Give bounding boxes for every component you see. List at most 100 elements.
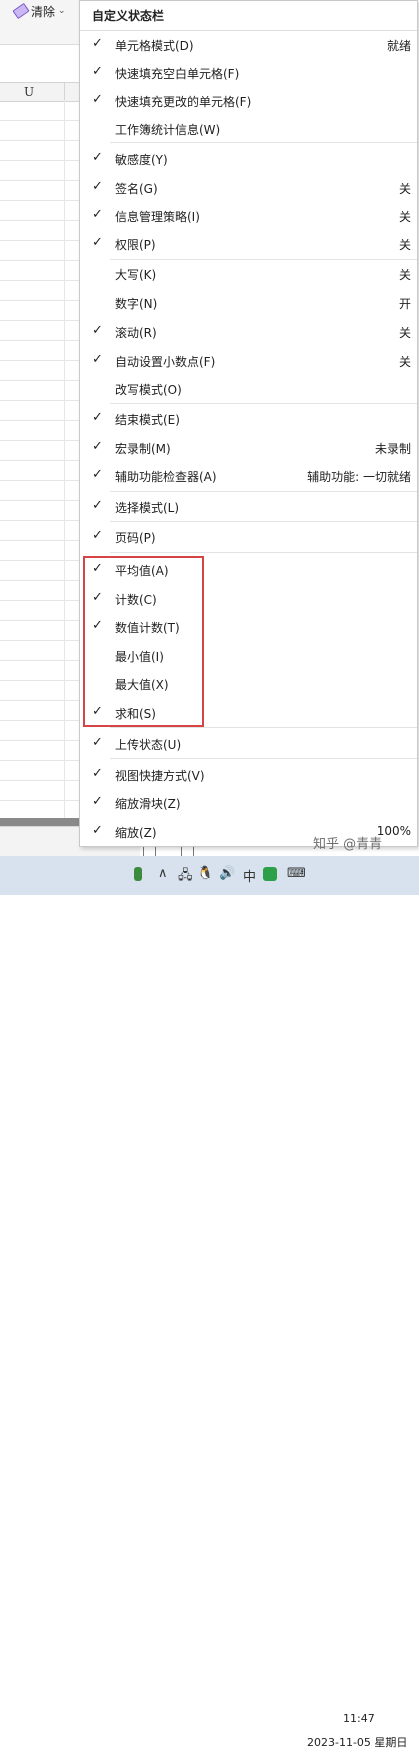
menu-item-value: 关 — [398, 268, 411, 282]
menu-item-label: 大写(K) — [115, 268, 157, 282]
menu-item-label: 敏感度(Y) — [115, 153, 168, 167]
menu-item[interactable]: ✓ 辅助功能检查器(A) 辅助功能: 一切就绪 — [80, 462, 417, 490]
checkmark-icon — [92, 121, 106, 135]
menu-item-label: 结束模式(E) — [115, 413, 180, 427]
menu-item[interactable]: ✓ 信息管理策略(I) 关 — [80, 202, 417, 230]
menu-item-label: 快速填充更改的单元格(F) — [115, 95, 252, 109]
chevron-up-icon[interactable]: ∧ — [158, 866, 168, 881]
menu-item[interactable]: ✓ 数值计数(T) — [80, 613, 417, 641]
menu-item-label: 辅助功能检查器(A) — [115, 470, 217, 484]
menu-item[interactable]: ✓ 权限(P) 关 — [80, 230, 417, 258]
menu-item[interactable]: ✓ 宏录制(M) 未录制 — [80, 434, 417, 462]
menu-item-value: 未录制 — [374, 442, 411, 456]
menu-item-label: 选择模式(L) — [115, 501, 180, 515]
checkmark-icon: ✓ — [92, 618, 103, 633]
clear-button-label: 清除 — [31, 4, 56, 19]
menu-item[interactable]: ✓ 上传状态(U) — [80, 730, 417, 758]
battery-icon[interactable] — [134, 867, 142, 881]
menu-item-label: 自动设置小数点(F) — [115, 355, 216, 369]
menu-item-label: 数字(N) — [115, 297, 158, 311]
column-divider[interactable] — [64, 83, 65, 101]
menu-item[interactable]: ✓ 敏感度(Y) — [80, 145, 417, 173]
menu-item-label: 最大值(X) — [115, 678, 169, 692]
menu-item[interactable]: ✓ 结束模式(E) — [80, 405, 417, 433]
menu-divider — [110, 758, 417, 759]
menu-item[interactable]: ✓ 快速填充更改的单元格(F) — [80, 87, 417, 115]
menu-item-label: 平均值(A) — [115, 564, 169, 578]
menu-item-value: 开 — [398, 297, 411, 311]
ribbon: 清除 ⌄ — [0, 0, 79, 45]
menu-item-label: 权限(P) — [115, 238, 156, 252]
menu-divider — [110, 403, 417, 404]
chevron-down-icon: ⌄ — [58, 6, 66, 16]
menu-item-label: 计数(C) — [115, 593, 157, 607]
checkmark-icon — [92, 295, 106, 309]
menu-item[interactable]: ✓ 页码(P) — [80, 523, 417, 551]
checkmark-icon: ✓ — [92, 150, 103, 165]
menu-item-value: 关 — [398, 355, 411, 369]
clock-date[interactable]: 2023-11-05 星期日 — [307, 1734, 407, 1750]
keyboard-icon[interactable]: ⌨ — [287, 866, 306, 881]
menu-item[interactable]: ✓ 缩放滑块(Z) — [80, 789, 417, 817]
menu-item[interactable]: ✓ 单元格模式(D) 就绪 — [80, 31, 417, 59]
menu-item[interactable]: 大写(K) 关 — [80, 260, 417, 288]
menu-item[interactable]: ✓ 视图快捷方式(V) — [80, 761, 417, 789]
menu-item-value: 关 — [398, 238, 411, 252]
worksheet-grid[interactable] — [0, 81, 79, 821]
checkmark-icon: ✓ — [92, 439, 103, 454]
checkmark-icon: ✓ — [92, 498, 103, 513]
menu-item[interactable]: ✓ 自动设置小数点(F) 关 — [80, 347, 417, 375]
menu-item-value: 就绪 — [386, 39, 411, 53]
checkmark-icon: ✓ — [92, 352, 103, 367]
menu-item[interactable]: ✓ 签名(G) 关 — [80, 174, 417, 202]
menu-item[interactable]: 改写模式(O) — [80, 375, 417, 403]
menu-divider — [110, 142, 417, 143]
menu-item-label: 快速填充空白单元格(F) — [115, 67, 240, 81]
column-header-label: U — [24, 85, 35, 99]
menu-item[interactable]: 最大值(X) — [80, 670, 417, 698]
volume-icon[interactable]: 🔊 — [219, 866, 235, 881]
menu-item[interactable]: 最小值(I) — [80, 642, 417, 670]
clock-time[interactable]: 11:47 — [343, 1712, 375, 1725]
menu-item[interactable]: ✓ 滚动(R) 关 — [80, 318, 417, 346]
menu-divider — [110, 521, 417, 522]
menu-item-value: 关 — [398, 182, 411, 196]
eraser-icon — [12, 2, 30, 20]
column-header[interactable]: U — [0, 82, 79, 102]
menu-item[interactable]: ✓ 求和(S) — [80, 699, 417, 727]
menu-item-label: 页码(P) — [115, 531, 156, 545]
ime-indicator[interactable]: 中 — [243, 866, 256, 885]
menu-item[interactable]: ✓ 平均值(A) — [80, 556, 417, 584]
checkmark-icon — [92, 676, 106, 690]
checkmark-icon: ✓ — [92, 410, 103, 425]
menu-divider — [110, 727, 417, 728]
checkmark-icon: ✓ — [92, 467, 103, 482]
menu-item-label: 视图快捷方式(V) — [115, 769, 205, 783]
menu-item[interactable]: 数字(N) 开 — [80, 289, 417, 317]
clear-button[interactable]: 清除 ⌄ — [12, 2, 66, 20]
menu-item-label: 滚动(R) — [115, 326, 157, 340]
app-s-icon[interactable] — [263, 867, 277, 881]
checkmark-icon: ✓ — [92, 323, 103, 338]
menu-item-value: 关 — [398, 210, 411, 224]
checkmark-icon — [92, 648, 106, 662]
menu-item-label: 信息管理策略(I) — [115, 210, 200, 224]
menu-item-label: 缩放滑块(Z) — [115, 797, 181, 811]
checkmark-icon: ✓ — [92, 561, 103, 576]
checkmark-icon: ✓ — [92, 766, 103, 781]
checkmark-icon: ✓ — [92, 590, 103, 605]
checkmark-icon: ✓ — [92, 179, 103, 194]
qq-icon[interactable]: 🐧 — [197, 866, 213, 881]
menu-title: 自定义状态栏 — [92, 9, 165, 23]
checkmark-icon: ✓ — [92, 794, 103, 809]
menu-item-label: 缩放(Z) — [115, 826, 157, 840]
horizontal-scrollbar[interactable] — [0, 818, 79, 826]
menu-divider — [110, 491, 417, 492]
network-icon[interactable]: 🖧 — [178, 866, 193, 888]
menu-item-label: 签名(G) — [115, 182, 158, 196]
checkmark-icon — [92, 266, 106, 280]
menu-item[interactable]: 工作簿统计信息(W) — [80, 115, 417, 143]
menu-item[interactable]: ✓ 选择模式(L) — [80, 493, 417, 521]
menu-item[interactable]: ✓ 快速填充空白单元格(F) — [80, 59, 417, 87]
menu-item[interactable]: ✓ 计数(C) — [80, 585, 417, 613]
